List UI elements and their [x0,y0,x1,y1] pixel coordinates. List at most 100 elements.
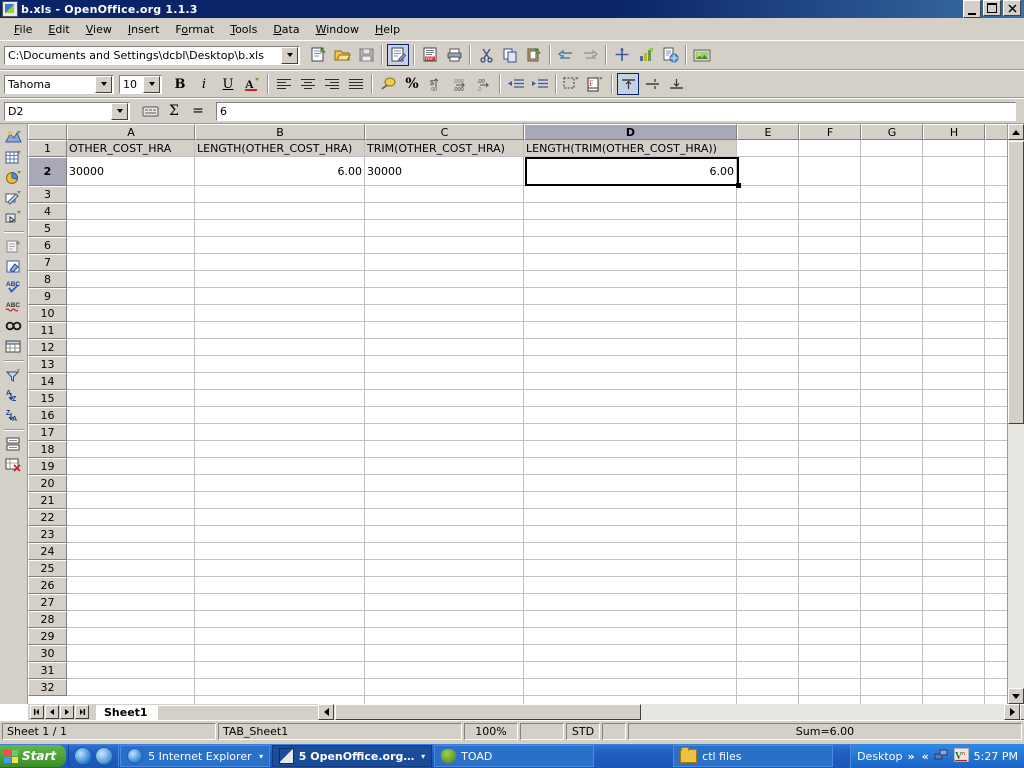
close-button[interactable] [1003,0,1021,16]
scroll-down-button[interactable] [1008,688,1024,704]
cell-surface[interactable]: OTHER_COST_HRA LENGTH(OTHER_COST_HRA) TRIM… [67,140,1024,704]
insert-icon[interactable] [611,44,633,66]
open-document-icon[interactable] [331,44,353,66]
redo-icon[interactable] [579,44,601,66]
column-header-c[interactable]: C [365,124,524,140]
fill-handle[interactable] [736,183,741,188]
row-header-26[interactable]: 26 [28,577,67,594]
font-size-combobox[interactable]: 10 [119,74,162,94]
row-header-13[interactable]: 13 [28,356,67,373]
first-sheet-button[interactable] [30,705,44,719]
vertical-scroll-thumb[interactable] [1008,141,1024,424]
row-header-22[interactable]: 22 [28,509,67,526]
column-header-d[interactable]: D [524,124,737,140]
sum-icon[interactable]: Σ [163,100,185,122]
align-right-icon[interactable] [321,73,343,95]
menu-view[interactable]: View [78,21,120,38]
insert-note-icon[interactable] [4,237,24,255]
sheet-tab-sheet1[interactable]: Sheet1 [96,704,158,720]
insert-table-icon[interactable] [4,148,24,166]
new-document-icon[interactable] [307,44,329,66]
formula-icon[interactable]: = [187,100,209,122]
gallery-icon[interactable] [691,44,713,66]
column-header-b[interactable]: B [195,124,365,140]
align-top-icon[interactable] [617,73,639,95]
align-center-vertical-icon[interactable] [641,73,663,95]
row-header-3[interactable]: 3 [28,186,67,203]
load-url-dropdown-icon[interactable] [281,46,298,64]
row-header-14[interactable]: 14 [28,373,67,390]
paste-icon[interactable] [523,44,545,66]
row-header-2[interactable]: 2 [28,157,67,186]
borders-icon[interactable] [561,73,583,95]
cell-B2[interactable]: 6.00 [195,157,364,185]
row-header-24[interactable]: 24 [28,543,67,560]
row-header-5[interactable]: 5 [28,220,67,237]
align-center-icon[interactable] [297,73,319,95]
menu-tools[interactable]: Tools [222,21,265,38]
menu-data[interactable]: Data [265,21,307,38]
row-header-31[interactable]: 31 [28,662,67,679]
menu-window[interactable]: Window [308,21,367,38]
name-box-dropdown-icon[interactable] [111,102,128,120]
row-header-27[interactable]: 27 [28,594,67,611]
taskbar-button-ctl-files[interactable]: ctl files [673,745,834,767]
column-header-f[interactable]: F [799,124,861,140]
row-header-4[interactable]: 4 [28,203,67,220]
hyperlink-icon[interactable] [659,44,681,66]
delete-contents-icon[interactable] [4,455,24,473]
row-header-21[interactable]: 21 [28,492,67,509]
menu-edit[interactable]: Edit [40,21,77,38]
row-header-10[interactable]: 10 [28,305,67,322]
decrease-indent-icon[interactable] [505,73,527,95]
autofilter-icon[interactable] [4,366,24,384]
next-sheet-button[interactable] [60,705,74,719]
align-left-icon[interactable] [273,73,295,95]
cell-C2[interactable]: 30000 [365,157,523,185]
increase-indent-icon[interactable] [529,73,551,95]
refresh-icon[interactable] [95,747,114,765]
tray-expand-chevron-icon[interactable]: « [922,750,929,763]
row-header-32[interactable]: 32 [28,679,67,696]
sort-ascending-icon[interactable]: AZ [4,386,24,404]
row-header-25[interactable]: 25 [28,560,67,577]
chevron-down-icon[interactable]: ▾ [421,752,425,761]
cell-A2[interactable]: 30000 [67,157,194,185]
load-url-combobox[interactable]: C:\Documents and Settings\dcbl\Desktop\b… [4,45,300,65]
taskbar-button-internet-explorer[interactable]: 5 Internet Explorer ▾ [120,745,271,767]
spellcheck-icon[interactable]: ABC [4,277,24,295]
desktop-toolbar-label[interactable]: Desktop [857,750,902,763]
align-bottom-icon[interactable] [665,73,687,95]
column-header-e[interactable]: E [737,124,799,140]
font-color-button[interactable]: A [241,73,263,95]
edit-file-icon[interactable] [387,44,409,66]
row-header-1[interactable]: 1 [28,140,67,157]
row-header-12[interactable]: 12 [28,339,67,356]
function-wizard-icon[interactable] [139,100,161,122]
taskbar-button-openoffice[interactable]: 5 OpenOffice.org 1.1.3 ▾ [272,745,433,767]
input-line[interactable]: 6 [216,101,1016,121]
row-header-29[interactable]: 29 [28,628,67,645]
font-name-combobox[interactable]: Tahoma [4,74,114,94]
column-header-h[interactable]: H [923,124,985,140]
clock[interactable]: 5:27 PM [974,750,1018,763]
previous-sheet-button[interactable] [45,705,59,719]
cut-icon[interactable] [475,44,497,66]
font-name-dropdown-icon[interactable] [95,75,112,93]
row-header-19[interactable]: 19 [28,458,67,475]
menu-file[interactable]: File [6,21,40,38]
taskbar-button-toad[interactable]: TOAD [434,745,595,767]
export-pdf-icon[interactable]: PDF [419,44,441,66]
percent-format-icon[interactable]: % [401,73,423,95]
row-header-16[interactable]: 16 [28,407,67,424]
align-justified-icon[interactable] [345,73,367,95]
delete-decimal-place-icon[interactable]: .00.0 [473,73,495,95]
minimize-button[interactable] [963,0,981,18]
chevron-down-icon[interactable]: ▾ [259,752,263,761]
row-header-9[interactable]: 9 [28,288,67,305]
print-file-icon[interactable] [443,44,465,66]
insert-chart-icon[interactable] [635,44,657,66]
data-sources-icon[interactable] [4,337,24,355]
maximize-button[interactable] [983,0,1001,16]
show-draw-functions-icon[interactable] [4,257,24,275]
